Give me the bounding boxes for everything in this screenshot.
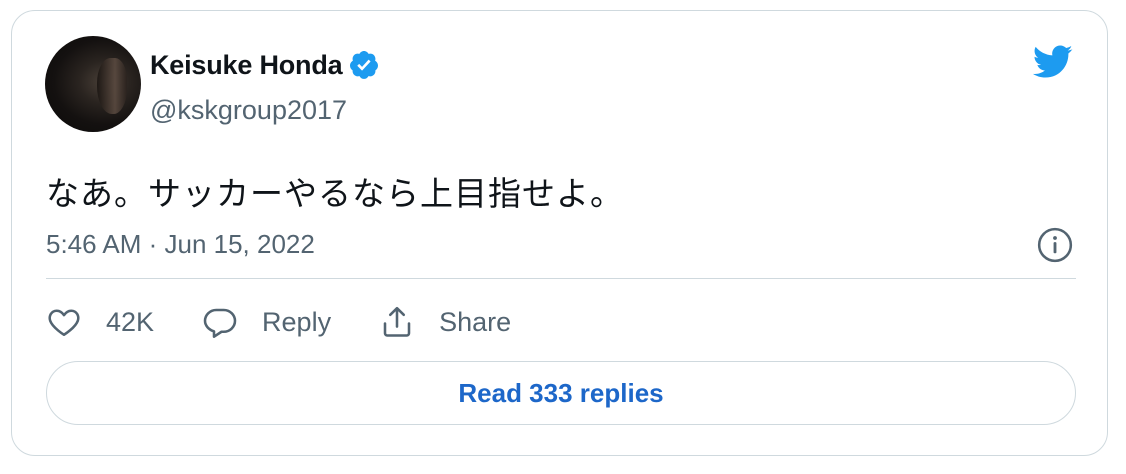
author-name[interactable]: Keisuke Honda xyxy=(150,50,343,81)
tweet-card: Keisuke Honda @kskgroup2017 なあ。サッカーやるなら上… xyxy=(11,10,1108,456)
like-button[interactable]: 42K xyxy=(46,304,154,340)
like-count: 42K xyxy=(106,306,155,337)
tweet-actions: 42K Reply Share xyxy=(46,304,559,340)
author-name-row: Keisuke Honda xyxy=(150,49,380,81)
twitter-bird-icon[interactable] xyxy=(1029,41,1077,81)
info-icon[interactable] xyxy=(1036,226,1074,264)
share-button[interactable]: Share xyxy=(379,304,511,340)
tweet-timestamp[interactable]: 5:46 AM · Jun 15, 2022 xyxy=(46,229,315,260)
avatar-face xyxy=(97,58,127,114)
author-handle[interactable]: @kskgroup2017 xyxy=(150,95,347,126)
heart-icon xyxy=(48,309,80,337)
share-label: Share xyxy=(439,306,512,337)
reply-bubble-icon xyxy=(203,308,237,338)
divider xyxy=(46,278,1076,279)
reply-label: Reply xyxy=(262,306,332,337)
read-replies-button[interactable]: Read 333 replies xyxy=(46,361,1076,425)
avatar[interactable] xyxy=(45,36,141,132)
tweet-text: なあ。サッカーやるなら上目指せよ。 xyxy=(46,175,624,212)
share-icon xyxy=(383,306,411,337)
verified-badge-icon xyxy=(348,49,380,81)
reply-button[interactable]: Reply xyxy=(202,304,331,340)
